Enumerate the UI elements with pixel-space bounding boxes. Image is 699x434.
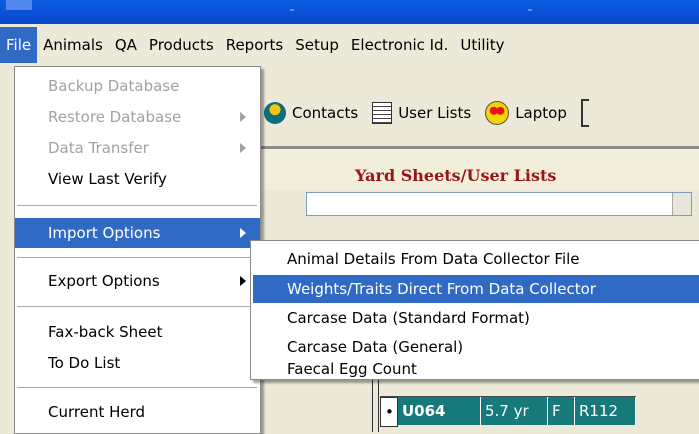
- menu-utility[interactable]: Utility: [454, 27, 510, 63]
- laptop-icon: [485, 101, 510, 125]
- laptop-label: Laptop: [515, 104, 567, 122]
- import-options-submenu: Animal Details From Data Collector File …: [250, 240, 699, 380]
- menu-item-fax-back-sheet[interactable]: Fax-back Sheet: [15, 317, 260, 347]
- title-bar-mark: [528, 9, 532, 11]
- submenu-item-faecal-egg-count[interactable]: Faecal Egg Count: [253, 361, 699, 377]
- grid-divider: [372, 380, 373, 432]
- title-bar-mark: [290, 9, 294, 11]
- menu-separator: [17, 387, 257, 388]
- grid-divider: [378, 380, 379, 432]
- submenu-item-carcase-standard[interactable]: Carcase Data (Standard Format): [253, 304, 699, 332]
- menu-item-export-options[interactable]: Export Options: [15, 266, 260, 296]
- submenu-arrow-icon: [240, 143, 246, 153]
- contacts-label: Contacts: [292, 104, 359, 122]
- menu-reports[interactable]: Reports: [220, 27, 290, 63]
- menu-item-current-herd[interactable]: Current Herd: [15, 397, 260, 427]
- menu-item-label: Fax-back Sheet: [48, 323, 163, 341]
- menu-electronic-id[interactable]: Electronic Id.: [345, 27, 454, 63]
- menu-setup[interactable]: Setup: [289, 27, 345, 63]
- menu-item-label: Data Transfer: [48, 139, 149, 157]
- submenu-item-label: Animal Details From Data Collector File: [287, 250, 580, 268]
- sex-cell[interactable]: F: [548, 397, 575, 425]
- age-cell[interactable]: 5.7 yr: [481, 397, 548, 425]
- contacts-button[interactable]: Contacts: [264, 102, 358, 124]
- submenu-item-label: Weights/Traits Direct From Data Collecto…: [287, 280, 596, 298]
- menu-separator: [17, 306, 257, 307]
- menu-item-to-do-list[interactable]: To Do List: [15, 348, 260, 378]
- user-list-select[interactable]: [306, 192, 692, 216]
- contacts-icon: [264, 102, 286, 124]
- title-bar-fragment: [6, 0, 32, 10]
- menu-separator: [17, 257, 257, 258]
- file-menu-dropdown: Backup Database Restore Database Data Tr…: [14, 66, 261, 434]
- menu-item-view-last-verify[interactable]: View Last Verify: [15, 164, 260, 194]
- menu-animals[interactable]: Animals: [37, 27, 109, 63]
- toolbar: Contacts User Lists Laptop: [258, 92, 699, 134]
- panel-title: Yard Sheets/User Lists: [355, 166, 557, 185]
- window-title-bar: [0, 0, 699, 24]
- code-cell[interactable]: R112: [575, 397, 636, 425]
- dropdown-button[interactable]: [672, 193, 691, 215]
- menu-item-label: Import Options: [48, 224, 161, 242]
- menu-item-import-options[interactable]: Import Options: [15, 218, 260, 248]
- submenu-item-label: Carcase Data (General): [287, 338, 464, 356]
- submenu-arrow-icon: [240, 112, 246, 122]
- row-selector[interactable]: •: [380, 397, 398, 427]
- menu-qa[interactable]: QA: [109, 27, 143, 63]
- submenu-item-label: Carcase Data (Standard Format): [287, 309, 530, 327]
- submenu-item-label: Faecal Egg Count: [287, 360, 417, 378]
- user-lists-button[interactable]: User Lists: [372, 102, 471, 124]
- menu-item-restore-database[interactable]: Restore Database: [15, 102, 260, 132]
- submenu-arrow-icon: [240, 228, 246, 238]
- menu-item-label: View Last Verify: [48, 170, 167, 188]
- menu-item-data-transfer[interactable]: Data Transfer: [15, 133, 260, 163]
- menu-item-label: To Do List: [48, 354, 121, 372]
- menu-bar: File Animals QA Products Reports Setup E…: [0, 24, 699, 66]
- document-list-icon: [372, 102, 393, 124]
- menu-item-label: Backup Database: [48, 77, 180, 95]
- menu-item-label: Export Options: [48, 272, 160, 290]
- animal-tag-cell[interactable]: U064: [398, 397, 481, 425]
- submenu-item-animal-details[interactable]: Animal Details From Data Collector File: [253, 245, 699, 273]
- menu-item-label: Restore Database: [48, 108, 182, 126]
- menu-item-label: Current Herd: [48, 403, 146, 421]
- table-row[interactable]: • U064 5.7 yr F R112: [380, 396, 636, 427]
- submenu-item-weights-traits[interactable]: Weights/Traits Direct From Data Collecto…: [253, 275, 699, 303]
- submenu-arrow-icon: [240, 276, 246, 286]
- menu-products[interactable]: Products: [143, 27, 220, 63]
- menu-file[interactable]: File: [0, 27, 38, 63]
- user-lists-label: User Lists: [398, 104, 472, 122]
- menu-item-backup-database[interactable]: Backup Database: [15, 71, 260, 101]
- submenu-item-carcase-general[interactable]: Carcase Data (General): [253, 333, 699, 361]
- laptop-button[interactable]: Laptop: [485, 101, 567, 125]
- toolbar-next-button-edge: [580, 99, 589, 127]
- menu-separator: [17, 205, 257, 206]
